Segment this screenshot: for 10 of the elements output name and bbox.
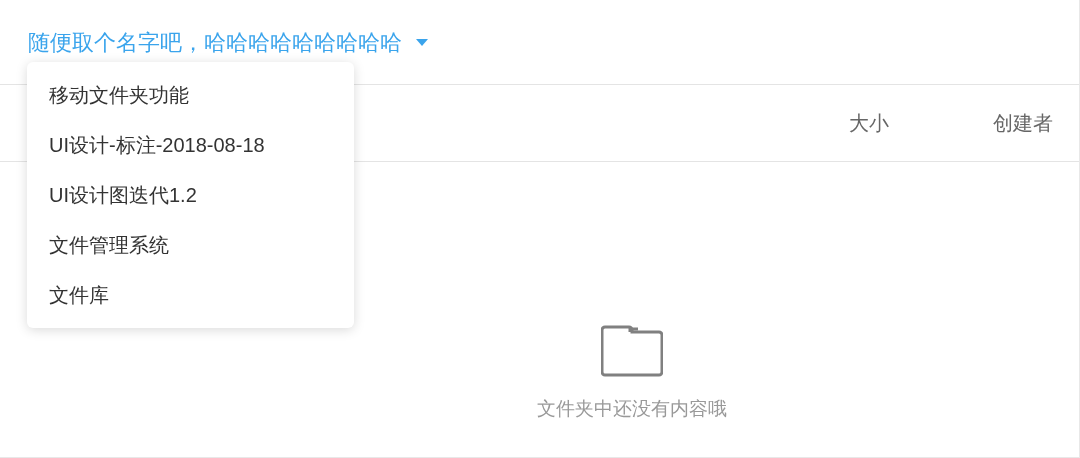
menu-item[interactable]: 文件管理系统 [27, 220, 354, 270]
menu-item[interactable]: 文件库 [27, 270, 354, 320]
empty-state-message: 文件夹中还没有内容哦 [537, 396, 727, 421]
menu-item[interactable]: UI设计图迭代1.2 [27, 170, 354, 220]
menu-item[interactable]: UI设计-标注-2018-08-18 [27, 120, 354, 170]
column-header: 创建者 [993, 111, 1053, 136]
caret-icon [416, 38, 428, 46]
menu-item[interactable]: 移动文件夹功能 [27, 70, 354, 120]
folder-icon [601, 324, 663, 377]
column-header: 大小 [849, 111, 889, 136]
